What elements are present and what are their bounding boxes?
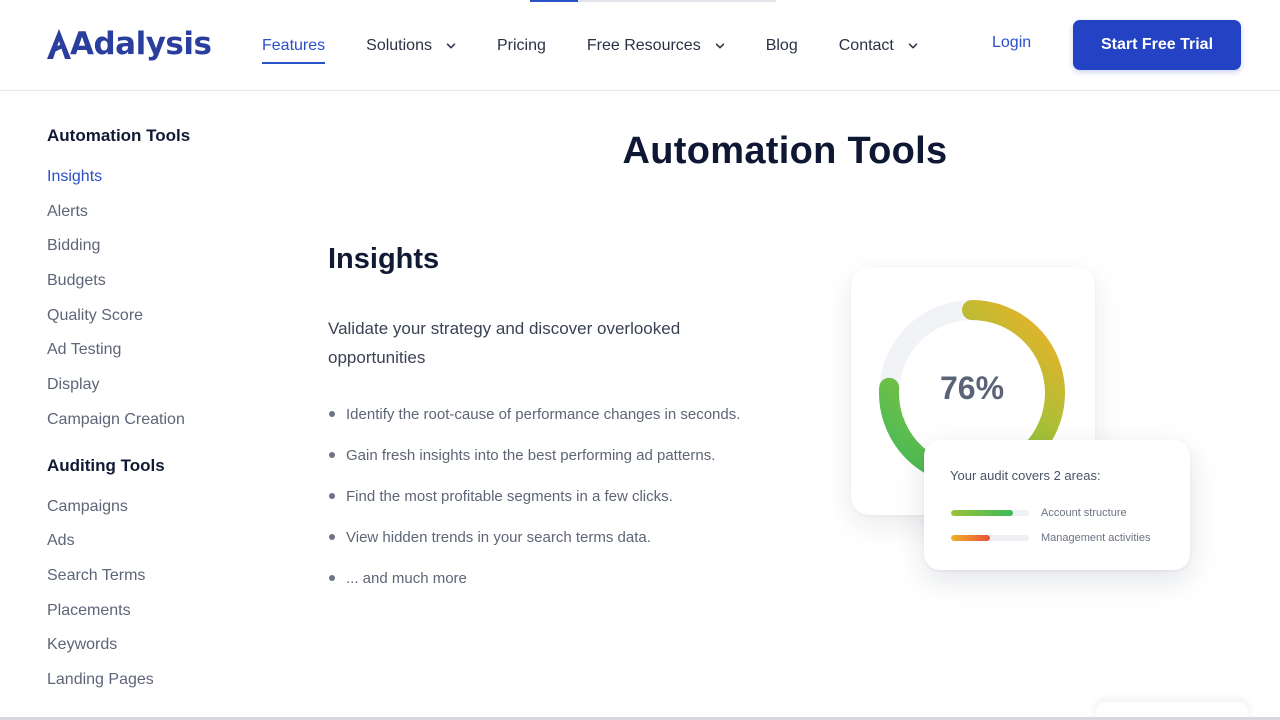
sidebar-item-placements[interactable]: Placements [47, 601, 277, 636]
chevron-down-icon [908, 42, 918, 48]
bullet-dot-icon [329, 575, 335, 581]
audit-area-row: Management activities [951, 532, 1150, 544]
sidebar-item-campaign-creation[interactable]: Campaign Creation [47, 410, 277, 445]
audit-score-value: 76% [939, 370, 1005, 406]
nav-blog[interactable]: Blog [766, 34, 798, 58]
audit-area-bar-fill [951, 510, 1014, 516]
audit-area-bar-fill [951, 535, 990, 541]
audit-area-row: Account structure [951, 507, 1127, 519]
nav-free-resources[interactable]: Free Resources [587, 34, 725, 58]
sidebar-item-display[interactable]: Display [47, 375, 277, 410]
bullet-text: Identify the root-cause of performance c… [346, 406, 741, 423]
main-nav: Features Solutions Pricing Free Resource… [262, 0, 959, 91]
nav-solutions-label: Solutions [366, 36, 432, 54]
nav-blog-label: Blog [765, 36, 798, 54]
sidebar-heading-auditing: Auditing Tools [47, 455, 165, 475]
audit-areas-card: Your audit covers 2 areas: Account struc… [924, 440, 1190, 570]
list-item: Find the most profitable segments in a f… [328, 483, 768, 510]
bullet-dot-icon [329, 534, 335, 540]
sidebar-item-alerts[interactable]: Alerts [47, 202, 277, 237]
site-header: Adalysis Features Solutions Pricing Free… [0, 0, 1280, 91]
logo-mark-icon [47, 29, 71, 59]
nav-pricing[interactable]: Pricing [497, 34, 546, 58]
page-title: Automation Tools [622, 130, 948, 172]
sidebar-heading-automation: Automation Tools [47, 126, 191, 145]
sidebar-item-budgets[interactable]: Budgets [47, 271, 277, 306]
login-link[interactable]: Login [992, 34, 1031, 52]
sidebar-item-landing-pages[interactable]: Landing Pages [47, 670, 277, 705]
bullet-dot-icon [329, 493, 335, 499]
list-item: ... and much more [328, 565, 768, 592]
sidebar-item-search-terms[interactable]: Search Terms [47, 566, 277, 601]
sidebar-list-auditing: Campaigns Ads Search Terms Placements Ke… [47, 497, 277, 705]
feature-sidebar: Automation Tools Insights Alerts Bidding… [47, 126, 277, 705]
section-description: Validate your strategy and discover over… [328, 319, 681, 367]
nav-solutions[interactable]: Solutions [366, 34, 456, 58]
bullet-dot-icon [329, 411, 335, 417]
bullet-text: ... and much more [346, 570, 467, 587]
sidebar-item-keywords[interactable]: Keywords [47, 635, 277, 670]
audit-area-bar-track [951, 535, 1029, 541]
brand-name: Adalysis [70, 26, 212, 62]
list-item: Gain fresh insights into the best perfor… [328, 442, 768, 469]
bullet-text: View hidden trends in your search terms … [346, 529, 651, 546]
nav-pricing-label: Pricing [496, 36, 546, 54]
sidebar-item-quality-score[interactable]: Quality Score [47, 306, 277, 341]
sidebar-item-insights[interactable]: Insights [47, 167, 277, 202]
chevron-down-icon [446, 42, 456, 48]
sidebar-list-automation: Insights Alerts Bidding Budgets Quality … [47, 167, 277, 445]
nav-contact-label: Contact [838, 36, 894, 54]
audit-area-label: Account structure [1041, 507, 1127, 519]
nav-features[interactable]: Features [262, 34, 326, 64]
nav-features-label: Features [262, 36, 326, 54]
audit-areas-title: Your audit covers 2 areas: [950, 468, 1101, 483]
sidebar-item-ad-testing[interactable]: Ad Testing [47, 340, 277, 375]
sidebar-section-auditing: Auditing Tools Campaigns Ads Search Term… [47, 456, 277, 705]
sidebar-item-ads[interactable]: Ads [47, 531, 277, 566]
feature-bullet-list: Identify the root-cause of performance c… [328, 401, 768, 606]
start-free-trial-button[interactable]: Start Free Trial [1073, 20, 1241, 70]
sidebar-item-campaigns[interactable]: Campaigns [47, 497, 277, 532]
bullet-text: Find the most profitable segments in a f… [346, 488, 673, 505]
sidebar-item-bidding[interactable]: Bidding [47, 236, 277, 271]
nav-free-resources-label: Free Resources [586, 36, 701, 54]
chevron-down-icon [715, 42, 724, 48]
audit-area-label: Management activities [1041, 532, 1151, 544]
nav-contact[interactable]: Contact [839, 34, 918, 58]
section-title: Insights [328, 243, 440, 275]
bullet-dot-icon [329, 452, 335, 458]
list-item: Identify the root-cause of performance c… [328, 401, 768, 428]
bullet-text: Gain fresh insights into the best perfor… [346, 447, 716, 464]
audit-area-bar-track [951, 510, 1029, 516]
brand-logo[interactable]: Adalysis [46, 22, 212, 66]
list-item: View hidden trends in your search terms … [328, 524, 768, 551]
